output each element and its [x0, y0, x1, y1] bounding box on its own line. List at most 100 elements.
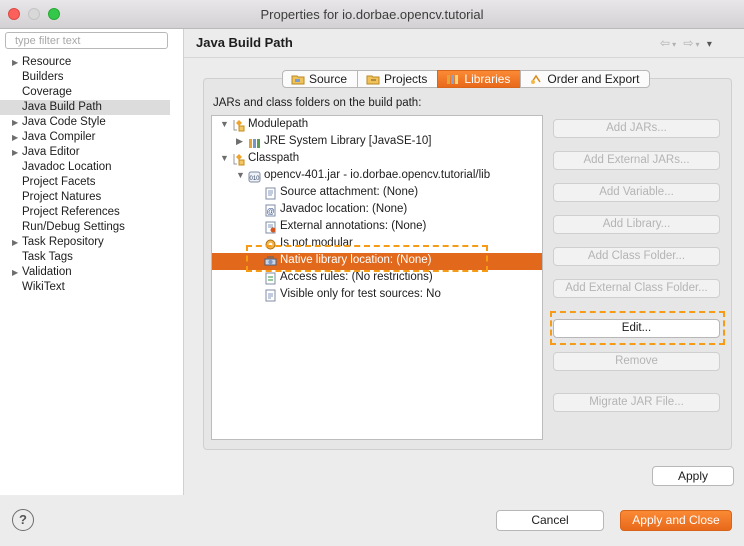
tab-label: Source [309, 72, 348, 86]
sidebar-item-builders[interactable]: Builders [0, 70, 170, 85]
tree-item-visible-only-for-test-sources-no[interactable]: Visible only for test sources: No [212, 287, 542, 304]
filter-input[interactable]: type filter text [5, 32, 168, 49]
tree-item-label: Access rules: (No restrictions) [280, 271, 433, 283]
expand-arrow-icon[interactable]: ▶ [12, 130, 18, 145]
sidebar-item-label: Builders [22, 71, 64, 83]
libraries-icon [446, 73, 460, 85]
library-icon [248, 136, 261, 149]
forward-arrow-icon[interactable]: ⇨ [683, 36, 695, 50]
back-arrow-icon[interactable]: ⇦ [660, 36, 672, 50]
sidebar-item-task-repository[interactable]: ▶ Task Repository [0, 235, 170, 250]
add-jars-button[interactable]: Add JARs... [553, 119, 720, 138]
apply-and-close-button[interactable]: Apply and Close [620, 510, 732, 531]
tree-item-label: Source attachment: (None) [280, 186, 419, 198]
sidebar-item-validation[interactable]: ▶ Validation [0, 265, 170, 280]
sidebar-item-task-tags[interactable]: Task Tags [0, 250, 170, 265]
sidebar-item-project-natures[interactable]: Project Natures [0, 190, 170, 205]
tree-item-classpath[interactable]: ▼ Classpath [212, 151, 542, 168]
classpath-icon [232, 153, 245, 166]
source-folder-icon [291, 73, 305, 85]
tree-item-jre-system-library-javase-10[interactable]: ▶ JRE System Library [JavaSE-10] [212, 134, 542, 151]
sidebar-item-label: Run/Debug Settings [22, 221, 125, 233]
tree-item-label: External annotations: (None) [280, 220, 427, 232]
sidebar-item-project-references[interactable]: Project References [0, 205, 170, 220]
tab-source[interactable]: Source [282, 70, 359, 88]
expand-arrow-icon[interactable]: ▶ [12, 115, 18, 130]
sidebar-item-javadoc-location[interactable]: Javadoc Location [0, 160, 170, 175]
collapse-arrow-icon[interactable]: ▼ [220, 119, 229, 129]
tree-item-access-rules-no-restrictions[interactable]: Access rules: (No restrictions) [212, 270, 542, 287]
sidebar-item-project-facets[interactable]: Project Facets [0, 175, 170, 190]
tab-label: Projects [384, 72, 428, 86]
expand-arrow-icon[interactable]: ▶ [236, 136, 243, 147]
svg-text:010: 010 [249, 176, 260, 182]
tree-item-javadoc-location-none[interactable]: @ Javadoc location: (None) [212, 202, 542, 219]
modulepath-icon [232, 119, 245, 132]
highlight-native-library [246, 245, 488, 272]
svg-text:@: @ [266, 207, 274, 216]
sidebar-item-label: Javadoc Location [22, 161, 112, 173]
sidebar-item-label: Coverage [22, 86, 72, 98]
sidebar-item-wikitext[interactable]: WikiText [0, 280, 170, 295]
add-variable-button[interactable]: Add Variable... [553, 183, 720, 202]
sidebar-item-java-code-style[interactable]: ▶ Java Code Style [0, 115, 170, 130]
tree-item-opencv-401-jar-io-dorbae-opencv-tutorial[interactable]: ▼ 010 opencv-401.jar - io.dorbae.opencv.tu… [212, 168, 542, 185]
header-divider [184, 57, 744, 58]
window-title: Properties for io.dorbae.opencv.tutorial [260, 7, 484, 22]
sidebar-item-resource[interactable]: ▶ Resource [0, 55, 170, 70]
collapse-arrow-icon[interactable]: ▼ [236, 170, 245, 180]
tree-item-modulepath[interactable]: ▼ Modulepath [212, 117, 542, 134]
highlight-edit-button [550, 311, 725, 345]
expand-arrow-icon[interactable]: ▶ [12, 145, 18, 160]
add-external-class-folder-button[interactable]: Add External Class Folder... [553, 279, 720, 298]
sidebar-item-label: WikiText [22, 281, 65, 293]
tab-label: Order and Export [547, 72, 640, 86]
javadoc-icon: @ [264, 204, 277, 217]
tree-item-source-attachment-none[interactable]: Source attachment: (None) [212, 185, 542, 202]
sidebar-item-run-debug-settings[interactable]: Run/Debug Settings [0, 220, 170, 235]
test-sources-icon [264, 289, 277, 302]
apply-button[interactable]: Apply [652, 466, 734, 486]
tree-item-external-annotations-none[interactable]: External annotations: (None) [212, 219, 542, 236]
build-path-list-label: JARs and class folders on the build path… [213, 97, 422, 109]
tab-libraries[interactable]: Libraries [437, 70, 522, 88]
tree-item-label: JRE System Library [JavaSE-10] [264, 135, 432, 147]
source-attachment-icon [264, 187, 277, 200]
migrate-jar-file-button[interactable]: Migrate JAR File... [553, 393, 720, 412]
expand-arrow-icon[interactable]: ▶ [12, 235, 18, 250]
access-rules-icon [264, 272, 277, 285]
cancel-button[interactable]: Cancel [496, 510, 604, 531]
tab-bar: Source Projects Libraries Order and Export [282, 70, 651, 88]
sidebar-item-java-editor[interactable]: ▶ Java Editor [0, 145, 170, 160]
sidebar-item-label: Java Editor [22, 146, 80, 158]
page-title: Java Build Path [196, 35, 293, 50]
sidebar-item-java-build-path[interactable]: Java Build Path [0, 100, 170, 115]
tab-order-and-export[interactable]: Order and Export [520, 70, 651, 88]
sidebar-item-label: Java Code Style [22, 116, 106, 128]
tab-label: Libraries [464, 72, 511, 86]
sidebar-item-coverage[interactable]: Coverage [0, 85, 170, 100]
tree-item-label: Javadoc location: (None) [280, 203, 408, 215]
remove-button[interactable]: Remove [553, 352, 720, 371]
chevron-down-icon[interactable]: ▾ [695, 40, 701, 49]
help-icon[interactable]: ? [12, 509, 34, 531]
sidebar-item-label: Project Natures [22, 191, 102, 203]
collapse-arrow-icon[interactable]: ▼ [220, 153, 229, 163]
sidebar-item-label: Task Repository [22, 236, 104, 248]
chevron-down-icon[interactable]: ▾ [672, 40, 678, 49]
view-menu-icon[interactable]: ▾ [707, 39, 714, 50]
expand-arrow-icon[interactable]: ▶ [12, 265, 18, 280]
tree-item-label: Classpath [248, 152, 300, 164]
tree-item-label: Visible only for test sources: No [280, 288, 441, 300]
tab-projects[interactable]: Projects [357, 70, 439, 88]
add-external-jars-button[interactable]: Add External JARs... [553, 151, 720, 170]
add-class-folder-button[interactable]: Add Class Folder... [553, 247, 720, 266]
sidebar-item-label: Project Facets [22, 176, 96, 188]
order-export-icon [529, 73, 543, 85]
sidebar-item-label: Validation [22, 266, 72, 278]
expand-arrow-icon[interactable]: ▶ [12, 55, 18, 70]
add-library-button[interactable]: Add Library... [553, 215, 720, 234]
history-nav[interactable]: ⇦▾ ⇨▾ ▾ [660, 36, 714, 50]
sidebar-item-label: Java Build Path [22, 101, 102, 113]
sidebar-item-java-compiler[interactable]: ▶ Java Compiler [0, 130, 170, 145]
